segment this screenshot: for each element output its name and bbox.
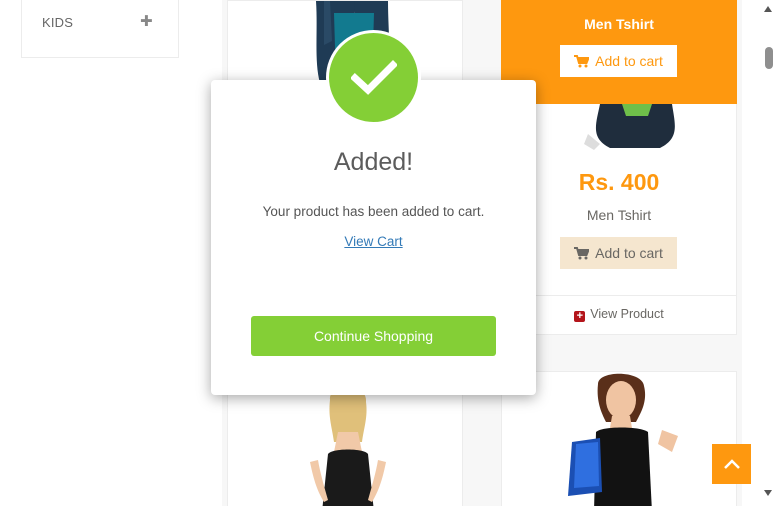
- modal-message: Your product has been added to cart.: [262, 204, 485, 219]
- added-to-cart-modal: Added! Your product has been added to ca…: [211, 80, 536, 395]
- add-to-cart-label: Add to cart: [595, 245, 663, 261]
- view-cart-link[interactable]: View Cart: [211, 234, 536, 249]
- check-icon: [350, 59, 397, 95]
- card-divider: [501, 295, 737, 296]
- overlay-product-name: Men Tshirt: [584, 16, 654, 32]
- product-price: Rs. 400: [578, 169, 660, 195]
- view-product-link[interactable]: + View Product: [501, 307, 737, 322]
- category-kids-label[interactable]: KIDS: [42, 15, 73, 30]
- cart-icon: [574, 54, 590, 67]
- overlay-add-to-cart-button[interactable]: Add to cart: [560, 45, 677, 77]
- cart-icon: [574, 246, 590, 259]
- scroll-to-top-button[interactable]: [712, 444, 751, 484]
- overlay-add-to-cart-label: Add to cart: [595, 53, 663, 69]
- chevron-up-icon: [723, 459, 740, 469]
- view-product-label: View Product: [590, 307, 664, 321]
- modal-title: Added!: [333, 148, 414, 176]
- woman-shopping-bag-image: [568, 373, 678, 506]
- category-panel: KIDS ✚: [21, 0, 179, 58]
- scroll-down-arrow-icon[interactable]: [764, 490, 772, 496]
- scroll-thumb[interactable]: [765, 47, 773, 69]
- add-to-cart-button[interactable]: Add to cart: [560, 237, 677, 269]
- expand-plus-icon[interactable]: ✚: [140, 12, 153, 30]
- success-check-badge: [326, 30, 421, 125]
- continue-shopping-button[interactable]: Continue Shopping: [251, 316, 496, 356]
- product-name: Men Tshirt: [586, 207, 652, 223]
- men-tshirt-image: [560, 104, 710, 150]
- vertical-scrollbar[interactable]: [761, 0, 776, 506]
- plus-square-icon: +: [574, 311, 586, 322]
- product-card: [501, 371, 737, 506]
- product-hover-overlay: Men Tshirt Add to cart: [501, 0, 737, 104]
- scroll-up-arrow-icon[interactable]: [764, 6, 772, 12]
